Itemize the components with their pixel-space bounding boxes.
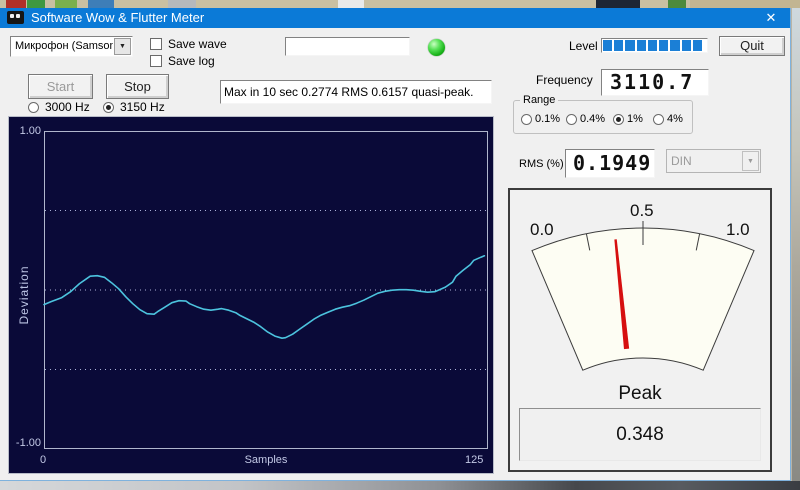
save-log-label: Save log: [168, 54, 215, 68]
peak-value-display: 0.348: [519, 408, 761, 461]
range-label-0.4: 0.4%: [580, 113, 606, 125]
save-log-checkbox[interactable]: [150, 55, 162, 67]
range-label-1: 1%: [627, 113, 643, 125]
desktop-icon-fragment: [27, 0, 45, 8]
level-meter: [601, 38, 708, 53]
yaxis-label: Deviation: [17, 265, 31, 325]
app-icon: [7, 11, 24, 24]
range-group-label: Range: [520, 94, 559, 106]
stop-button[interactable]: Stop: [106, 74, 169, 99]
desktop-background-right: [792, 8, 800, 481]
dropdown-arrow-icon: ▼: [742, 151, 759, 171]
window-title: Software Wow & Flutter Meter: [31, 10, 205, 25]
ytick-max: 1.00: [19, 125, 41, 137]
range-groupbox: Range 0.1% 0.4% 1% 4%: [513, 94, 693, 134]
frequency-display: 3110.7: [601, 69, 709, 96]
deviation-chart: 1.00 -1.00 0 Samples 125 Deviation: [8, 116, 494, 474]
range-radio-0.1[interactable]: [521, 114, 532, 125]
frequency-label: Frequency: [536, 73, 593, 87]
desktop-background-top: [0, 0, 800, 8]
titlebar[interactable]: Software Wow & Flutter Meter ✕: [0, 8, 790, 28]
desktop-icon-fragment: [596, 0, 640, 8]
desktop-background-bottom: [0, 481, 800, 490]
meter-scale-mid: 0.5: [630, 201, 654, 220]
status-field[interactable]: Max in 10 sec 0.2774 RMS 0.6157 quasi-pe…: [220, 80, 492, 104]
analog-meter: 0.0 0.5 1.0 Peak 0.348: [508, 188, 772, 472]
desktop-icon-fragment: [6, 0, 26, 8]
meter-scale-min: 0.0: [530, 220, 554, 239]
close-button[interactable]: ✕: [756, 8, 786, 28]
meter-scale-max: 1.0: [726, 220, 750, 239]
rms-display: 0.1949: [565, 149, 655, 178]
status-led-icon: [428, 39, 445, 56]
start-button[interactable]: Start: [28, 74, 93, 99]
dropdown-arrow-icon[interactable]: ▼: [114, 38, 131, 55]
save-wave-label: Save wave: [168, 37, 227, 51]
desktop-icon-fragment: [88, 0, 114, 8]
weighting-dropdown[interactable]: DIN ▼: [666, 149, 761, 173]
xtick-125: 125: [465, 454, 484, 466]
ytick-min: -1.00: [15, 437, 41, 449]
range-radio-4[interactable]: [653, 114, 664, 125]
range-label-0.1: 0.1%: [535, 113, 561, 125]
radio-3000hz[interactable]: [28, 102, 39, 113]
radio-3150hz-label: 3150 Hz: [120, 100, 165, 114]
desktop-icon-fragment: [168, 0, 196, 8]
peak-label: Peak: [618, 383, 662, 404]
desktop-icon-fragment: [55, 0, 77, 8]
app-window: Software Wow & Flutter Meter ✕ Микрофон …: [0, 8, 791, 481]
audio-device-value: Микрофон (Samson Mе: [15, 40, 113, 52]
deviation-plot: [43, 131, 488, 449]
save-wave-checkbox[interactable]: [150, 38, 162, 50]
message-field[interactable]: [285, 37, 410, 56]
xaxis-label: Samples: [244, 454, 288, 466]
desktop-icon-fragment: [668, 0, 686, 8]
radio-3150hz[interactable]: [103, 102, 114, 113]
audio-device-dropdown[interactable]: Микрофон (Samson Mе ▼: [10, 36, 133, 57]
desktop-icon-fragment: [690, 0, 800, 8]
rms-label: RMS (%): [519, 158, 564, 170]
level-label: Level: [569, 39, 598, 53]
desktop-icon-fragment: [338, 0, 364, 8]
range-radio-0.4[interactable]: [566, 114, 577, 125]
client-area: Микрофон (Samson Mе ▼ Save wave Save log…: [0, 28, 791, 480]
quit-button[interactable]: Quit: [719, 36, 785, 56]
range-radio-1[interactable]: [613, 114, 624, 125]
range-label-4: 4%: [667, 113, 683, 125]
radio-3000hz-label: 3000 Hz: [45, 100, 90, 114]
weighting-value: DIN: [671, 154, 692, 168]
